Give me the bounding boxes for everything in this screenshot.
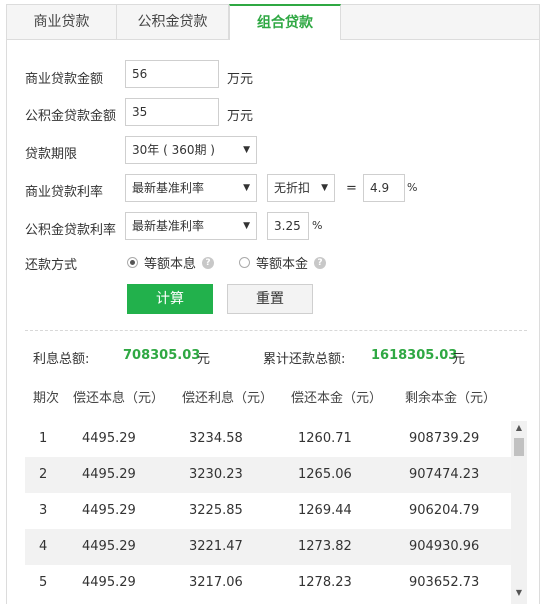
chevron-down-icon: ▼ [243,145,250,155]
cell-interest: 3225.85 [189,503,243,518]
commercial-rate-label: 商业贷款利率 [25,185,104,200]
table-row: 1 4495.29 3234.58 1260.71 908739.29 [25,421,511,457]
header-remaining: 剩余本金（元） [405,391,497,406]
fund-rate-label: 公积金贷款利率 [25,223,117,238]
tab-combined-loan[interactable]: 组合贷款 [229,4,341,40]
table-scrollbar[interactable]: ▲ ▼ [511,421,527,604]
equals-sign: = [346,181,357,196]
header-principal: 偿还本金（元） [291,391,383,406]
cell-payment: 4495.29 [82,431,136,446]
fund-amount-label: 公积金贷款金额 [25,109,117,124]
repay-label: 还款方式 [25,258,78,273]
header-payment: 偿还本息（元） [73,391,165,406]
radio-selected-icon [127,257,138,268]
cell-period: 5 [39,575,48,590]
commercial-amount-label: 商业贷款金额 [25,72,104,87]
tab-fund-loan[interactable]: 公积金贷款 [117,5,229,40]
table-row: 5 4495.29 3217.06 1278.23 903652.73 [25,565,511,601]
cell-period: 3 [39,503,48,518]
scroll-down-icon[interactable]: ▼ [511,586,527,600]
repay-total-value: 1618305.03 [371,348,458,363]
cell-payment: 4495.29 [82,467,136,482]
repay-total-label: 累计还款总额: [263,352,346,367]
cell-interest: 3217.06 [189,575,243,590]
table-row: 3 4495.29 3225.85 1269.44 906204.79 [25,493,511,529]
repay-option1-label: 等额本息 [144,257,197,272]
chevron-down-icon: ▼ [243,183,250,193]
repay-option-equal-installment[interactable]: 等额本息 ? [127,253,215,272]
fund-rate-input[interactable]: 3.25 [267,212,309,240]
interest-total-value: 708305.03 [123,348,201,363]
commercial-amount-input[interactable]: 56 [125,60,219,88]
commercial-rate-discount-select[interactable]: 无折扣 ▼ [267,174,335,202]
reset-button[interactable]: 重置 [227,284,313,314]
repay-total-unit: 元 [452,352,466,367]
fund-amount-input[interactable]: 35 [125,98,219,126]
commercial-rate-discount-value: 无折扣 [274,181,311,195]
loan-calculator: 商业贷款 公积金贷款 组合贷款 商业贷款金额 56 万元 公积金贷款金额 3 5 … [6,4,540,604]
cell-payment: 4495.29 [82,503,136,518]
cell-remaining: 908739.29 [409,431,480,446]
chevron-down-icon: ▼ [321,183,328,193]
repay-option-equal-principal[interactable]: 等额本金 ? [239,253,327,272]
cell-interest: 3230.23 [189,467,243,482]
cell-period: 4 [39,539,48,554]
term-label: 贷款期限 [25,147,78,162]
term-value: 30年 ( 360期 ) [132,143,215,157]
fund-rate-base-select[interactable]: 最新基准利率 ▼ [125,212,257,240]
commercial-amount-unit: 万元 [227,72,254,87]
fund-amount-unit: 万元 [227,109,254,124]
term-select[interactable]: 30年 ( 360期 ) ▼ [125,136,257,164]
calculate-button[interactable]: 计算 [127,284,213,314]
interest-total-unit: 元 [197,352,211,367]
tab-bar: 商业贷款 公积金贷款 组合贷款 [7,4,539,40]
cell-interest: 3234.58 [189,431,243,446]
cell-interest: 3221.47 [189,539,243,554]
cell-payment: 4495.29 [82,575,136,590]
commercial-rate-unit: % [407,181,418,194]
schedule-table: 1 4495.29 3234.58 1260.71 908739.29 2 44… [25,421,527,604]
table-row: 4 4495.29 3221.47 1273.82 904930.96 [25,529,511,565]
cell-principal: 1273.82 [298,539,352,554]
cell-principal: 1265.06 [298,467,352,482]
commercial-rate-base-select[interactable]: 最新基准利率 ▼ [125,174,257,202]
cell-remaining: 906204.79 [409,503,480,518]
repay-option2-label: 等额本金 [256,257,309,272]
chevron-down-icon: ▼ [243,221,250,231]
fund-rate-unit: % [312,219,323,232]
fund-rate-base-value: 最新基准利率 [132,219,205,233]
cell-period: 2 [39,467,48,482]
cell-principal: 1260.71 [298,431,352,446]
cell-remaining: 903652.73 [409,575,480,590]
cell-payment: 4495.29 [82,539,136,554]
cell-principal: 1278.23 [298,575,352,590]
commercial-rate-base-value: 最新基准利率 [132,181,205,195]
scroll-up-icon[interactable]: ▲ [511,421,527,435]
commercial-rate-input[interactable]: 4.9 [363,174,405,202]
cell-principal: 1269.44 [298,503,352,518]
cell-period: 1 [39,431,48,446]
help-icon[interactable]: ? [314,256,327,269]
header-period: 期次 [33,391,60,406]
radio-unselected-icon [239,257,250,268]
divider [25,330,527,331]
help-icon[interactable]: ? [202,256,215,269]
cell-remaining: 904930.96 [409,539,480,554]
tab-commercial-loan[interactable]: 商业贷款 [7,5,117,40]
header-interest: 偿还利息（元） [182,391,274,406]
table-row: 2 4495.29 3230.23 1265.06 907474.23 [25,457,511,493]
cell-remaining: 907474.23 [409,467,480,482]
scroll-thumb[interactable] [514,438,524,456]
interest-total-label: 利息总额: [33,352,90,367]
